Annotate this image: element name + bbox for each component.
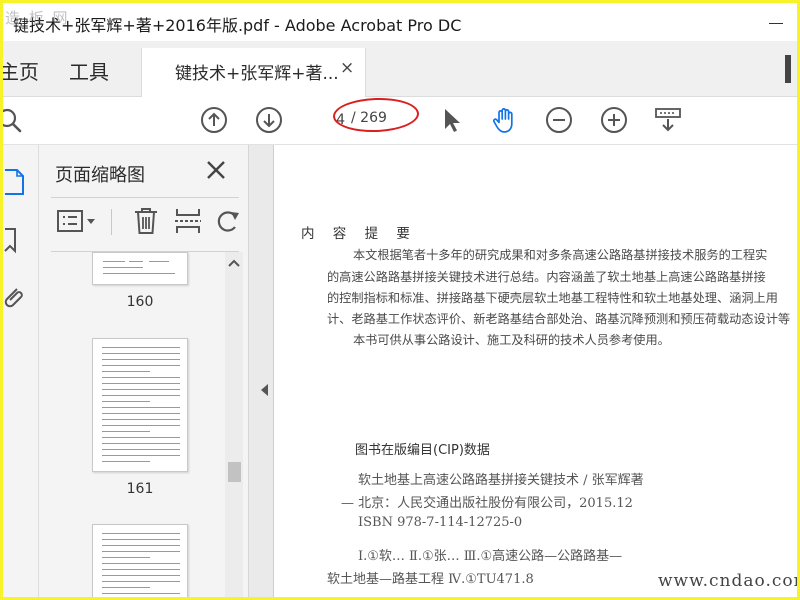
thumbnails-pane: 页面缩略图 160 161 xyxy=(39,145,249,597)
thumbnail-text-line xyxy=(102,425,180,426)
hand-icon[interactable] xyxy=(489,105,519,135)
search-icon[interactable] xyxy=(3,105,25,135)
thumbnail-text-line xyxy=(102,533,180,534)
thumbnail-text-line xyxy=(102,377,180,378)
thumbnail-text-line xyxy=(102,353,180,354)
thumbnail-text-line xyxy=(102,569,180,570)
thumbnail-text-line xyxy=(102,383,180,384)
page-up-icon[interactable] xyxy=(199,105,229,135)
menu-tools[interactable]: 工具 xyxy=(69,56,109,85)
abstract-line: 本书可供从事公路设计、施工及科研的技术人员参考使用。 xyxy=(353,333,670,347)
thumbnail-text-line xyxy=(102,557,150,558)
select-arrow-icon[interactable] xyxy=(436,105,466,135)
thumbnail-text-line xyxy=(102,371,150,372)
cip-line: 软土地基上高速公路路基拼接关键技术 / 张军辉著 xyxy=(358,473,644,488)
scroll-edge xyxy=(785,55,791,83)
menu-home[interactable]: 主页 xyxy=(3,56,39,85)
thumbnail-text-line xyxy=(102,365,180,366)
thumbnail-list: 160 161 xyxy=(39,252,223,597)
watermark-url: www.cndao.com xyxy=(658,571,797,591)
attachments-icon[interactable] xyxy=(3,281,33,315)
close-icon[interactable] xyxy=(203,157,229,183)
thumbnail-page-160[interactable] xyxy=(92,252,188,285)
thumbnail-text-line xyxy=(102,449,180,450)
collapse-pane-icon[interactable] xyxy=(261,384,268,396)
thumbnail-text-line xyxy=(102,359,180,360)
thumbnail-text-line xyxy=(102,347,180,348)
thumbnail-text-line xyxy=(102,461,150,462)
title-bar: 键技术+张军辉+著+2016年版.pdf - Adobe Acrobat Pro… xyxy=(3,3,797,41)
thumbnail-text-line xyxy=(102,431,150,432)
bookmarks-icon[interactable] xyxy=(3,223,33,257)
highlight-annotation xyxy=(332,96,420,134)
delete-icon[interactable] xyxy=(131,205,161,237)
thumbnail-text-line xyxy=(102,395,180,396)
thumbnail-text-line xyxy=(102,581,180,582)
zoom-out-icon[interactable] xyxy=(544,105,574,135)
document-page xyxy=(273,145,797,597)
page-thumbnails-icon[interactable] xyxy=(3,165,33,199)
thumbnail-text-line xyxy=(102,545,180,546)
thumbnail-text-line xyxy=(102,413,180,414)
thumbnail-text-line xyxy=(102,455,180,456)
cip-line: — 北京：人民交通出版社股份有限公司，2015.12 xyxy=(341,496,633,511)
thumbnails-title: 页面缩略图 xyxy=(55,165,145,186)
thumbnail-options-icon[interactable] xyxy=(55,205,101,237)
document-tab-label: 键技术+张军辉+著... xyxy=(175,64,339,84)
split-page-icon[interactable] xyxy=(173,205,203,237)
abstract-line: 的高速公路路基拼接关键技术进行总结。内容涵盖了软土地基上高速公路路基拼接 xyxy=(327,270,766,284)
scroll-up-icon[interactable] xyxy=(228,258,240,268)
acrobat-window: 键技术+张军辉+著+2016年版.pdf - Adobe Acrobat Pro… xyxy=(3,3,797,597)
thumbnails-scrollbar[interactable] xyxy=(225,252,243,597)
zoom-in-icon[interactable] xyxy=(599,105,629,135)
document-tab[interactable]: 键技术+张军辉+著... × xyxy=(141,48,366,98)
abstract-line: 本文根据笔者十多年的研究成果和对多条高速公路路基拼接技术服务的工程实 xyxy=(353,248,768,262)
thumbnail-text-line xyxy=(102,593,180,594)
thumbnail-text-line xyxy=(102,389,180,390)
thumbnail-page-162[interactable] xyxy=(92,524,188,597)
abstract-line: 计、老路基工作状态评价、新老路基结合部处治、路基沉降预测和预压荷载动态设计等 xyxy=(327,312,791,326)
thumbnail-number: 161 xyxy=(126,481,154,497)
tab-close-button[interactable]: × xyxy=(340,58,354,78)
pane-collapse-strip xyxy=(249,145,273,597)
thumbnail-number: 160 xyxy=(126,294,154,310)
page-heading: 内 容 提 要 xyxy=(301,226,417,242)
thumbnail-text-line xyxy=(102,407,180,408)
abstract-line: 的控制指标和标准、拼接路基下硬壳层软土地基工程特性和软土地基处理、涵洞上用 xyxy=(327,291,778,305)
keyboard-icon[interactable] xyxy=(653,105,683,135)
rotate-icon[interactable] xyxy=(215,205,241,237)
toolbar: / 269 xyxy=(3,96,797,145)
page-down-icon[interactable] xyxy=(254,105,284,135)
window-title: 键技术+张军辉+著+2016年版.pdf - Adobe Acrobat Pro… xyxy=(13,16,462,35)
thumbnail-text-line xyxy=(102,551,180,552)
thumbnail-text-line xyxy=(102,443,180,444)
thumbnail-text-line xyxy=(102,401,150,402)
menu-bar: 主页 工具 键技术+张军辉+著... × xyxy=(3,41,797,98)
cip-line: Ⅰ.①软… Ⅱ.①张… Ⅲ.①高速公路—公路路基— xyxy=(358,549,623,564)
cip-line: 软土地基—路基工程 Ⅳ.①TU471.8 xyxy=(327,572,534,587)
cip-heading: 图书在版编目(CIP)数据 xyxy=(355,443,490,458)
scrollbar-thumb[interactable] xyxy=(228,462,241,482)
divider xyxy=(51,197,239,198)
minimize-button[interactable] xyxy=(763,15,789,29)
navigation-rail xyxy=(3,145,39,597)
thumbnail-text-line xyxy=(102,587,150,588)
thumbnail-page-161[interactable] xyxy=(92,338,188,472)
thumbnail-text-line xyxy=(102,437,180,438)
thumbnail-text-line xyxy=(102,575,180,576)
thumbnail-text-line xyxy=(102,419,180,420)
watermark-logo: 造 板 网 xyxy=(5,9,70,27)
thumbnail-text-line xyxy=(102,563,180,564)
tool-separator xyxy=(111,209,112,235)
thumbnail-text-line xyxy=(102,539,180,540)
cip-line: ISBN 978-7-114-12725-0 xyxy=(358,515,523,530)
